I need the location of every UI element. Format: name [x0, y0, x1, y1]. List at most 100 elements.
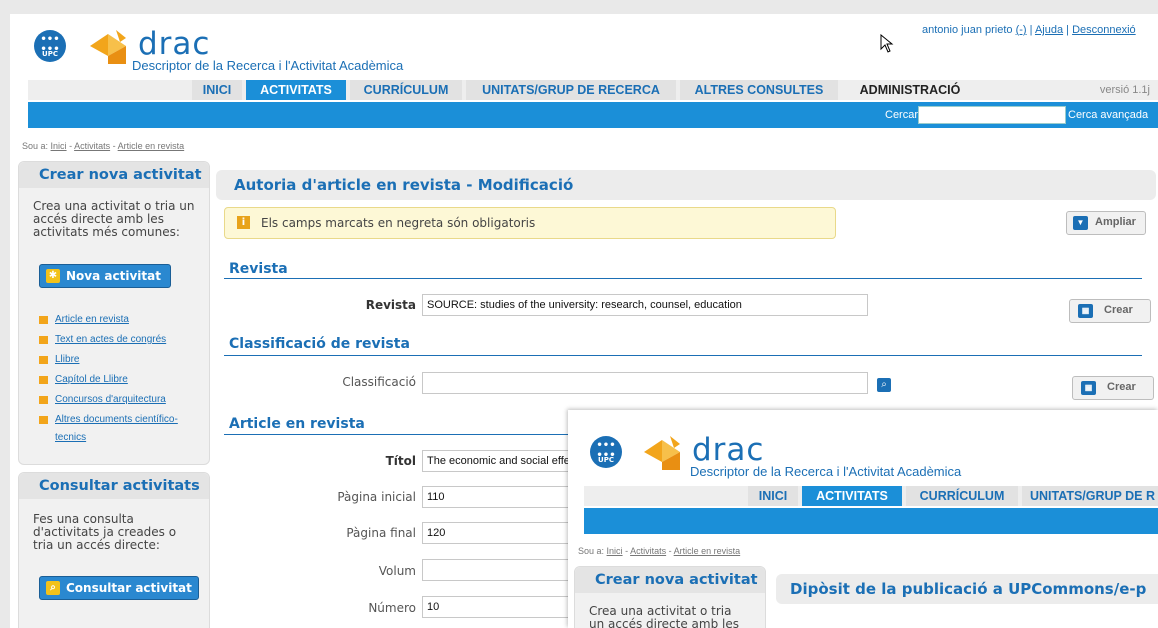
list-item[interactable]: tecnics	[33, 432, 208, 452]
sidebar-create-title: Crear nova activitat	[595, 572, 758, 588]
list-item[interactable]: Altres documents científico-	[33, 412, 208, 432]
breadcrumb-article[interactable]: Article en revista	[674, 546, 741, 556]
page-title: Dipòsit de la publicació a UPCommons/e-p	[790, 580, 1147, 598]
titol-field[interactable]: The economic and social effe	[422, 450, 582, 472]
create-icon: ▦	[1078, 304, 1093, 318]
search-label: Cercar	[885, 109, 919, 121]
arrow-bullet-icon	[39, 316, 48, 324]
create-label: Crear	[1107, 381, 1136, 393]
section-divider	[224, 278, 1142, 279]
new-activity-label: Nova activitat	[66, 269, 161, 283]
link-llibre[interactable]: Llibre	[55, 354, 79, 365]
upc-logo[interactable]: ••• ••• UPC	[34, 30, 66, 62]
expand-button[interactable]: ▼ Ampliar	[1066, 211, 1146, 235]
link-altres-documents[interactable]: Altres documents científico-	[55, 414, 178, 425]
search-icon: ⌕	[46, 581, 60, 595]
breadcrumb-activitats[interactable]: Activitats	[630, 546, 666, 556]
breadcrumb-prefix: Sou a:	[22, 141, 49, 151]
create-label: Crear	[1104, 304, 1133, 316]
tab-altres-consultes[interactable]: ALTRES CONSULTES	[680, 80, 838, 100]
sidebar-create-box: Crear nova activitat Crea una activitat …	[574, 566, 766, 628]
arrow-bullet-icon	[39, 336, 48, 344]
list-item[interactable]: Concursos d'arquitectura	[33, 392, 208, 412]
pagina-final-field[interactable]: 120	[422, 522, 582, 544]
list-item[interactable]: Text en actes de congrés	[33, 332, 208, 352]
nav-bar: INICI ACTIVITATS CURRÍCULUM UNITATS/GRUP…	[28, 80, 1158, 100]
consult-activity-label: Consultar activitat	[66, 581, 192, 595]
tab-activitats[interactable]: ACTIVITATS	[246, 80, 346, 100]
user-bar: antonio juan prieto (-) | Ajuda | Descon…	[922, 24, 1136, 36]
list-item[interactable]: Llibre	[33, 352, 208, 372]
tab-activitats[interactable]: ACTIVITATS	[802, 486, 902, 506]
upc-logo[interactable]: ••• ••• UPC	[590, 436, 622, 468]
numero-field[interactable]: 10	[422, 596, 582, 618]
search-bar: Cercar Cerca avançada	[28, 102, 1158, 128]
tab-inici[interactable]: INICI	[748, 486, 798, 506]
separator: |	[1029, 24, 1033, 36]
list-item[interactable]: Capítol de Llibre	[33, 372, 208, 392]
link-article-revista[interactable]: Article en revista	[55, 314, 129, 325]
tab-curriculum[interactable]: CURRÍCULUM	[350, 80, 462, 100]
brand-subtitle: Descriptor de la Recerca i l'Activitat A…	[690, 464, 962, 479]
breadcrumb-article[interactable]: Article en revista	[118, 141, 185, 151]
search-icon[interactable]: ⌕	[877, 378, 891, 392]
tab-inici[interactable]: INICI	[192, 80, 242, 100]
sidebar-create-text: Crea una activitat o tria un accés direc…	[589, 604, 739, 628]
breadcrumb-sep: -	[668, 546, 672, 556]
volum-label: Volum	[378, 564, 416, 578]
create-classificacio-button[interactable]: ▦ Crear	[1072, 376, 1154, 400]
tab-administracio[interactable]: ADMINISTRACIÓ	[842, 80, 978, 100]
star-icon: ✱	[46, 269, 60, 283]
nav-bar: INICI ACTIVITATS CURRÍCULUM UNITATS/GRUP…	[584, 486, 1158, 506]
link-altres-documents-cont[interactable]: tecnics	[55, 432, 86, 443]
revista-label: Revista	[365, 298, 416, 312]
revista-field[interactable]: SOURCE: studies of the university: resea…	[422, 294, 868, 316]
pagina-inicial-field[interactable]: 110	[422, 486, 582, 508]
user-logout-short-link[interactable]: (-)	[1016, 24, 1027, 36]
breadcrumb-inici[interactable]: Inici	[607, 546, 623, 556]
link-capitol[interactable]: Capítol de Llibre	[55, 374, 128, 385]
notice-text: Els camps marcats en negreta són obligat…	[261, 216, 536, 230]
consult-activity-button[interactable]: ⌕ Consultar activitat	[39, 576, 199, 600]
search-input[interactable]	[918, 106, 1066, 124]
sidebar-create-text: Crea una activitat o tria un accés direc…	[33, 199, 195, 239]
arrow-bullet-icon	[39, 356, 48, 364]
tab-unitats[interactable]: UNITATS/GRUP DE RECERCA	[466, 80, 676, 100]
separator: |	[1066, 24, 1070, 36]
link-concursos[interactable]: Concursos d'arquitectura	[55, 394, 166, 405]
classificacio-field[interactable]	[422, 372, 868, 394]
tab-unitats[interactable]: UNITATS/GRUP DE R	[1022, 486, 1158, 506]
create-revista-button[interactable]: ▦ Crear	[1069, 299, 1151, 323]
tab-curriculum[interactable]: CURRÍCULUM	[906, 486, 1018, 506]
breadcrumb-sep: -	[112, 141, 116, 151]
main-title-bar: Dipòsit de la publicació a UPCommons/e-p	[776, 574, 1158, 604]
volum-field[interactable]	[422, 559, 582, 581]
search-bar	[584, 508, 1158, 534]
required-notice: i Els camps marcats en negreta són oblig…	[224, 207, 836, 239]
brand-wordmark[interactable]: drac	[138, 26, 210, 62]
brand-wordmark[interactable]: drac	[692, 432, 764, 468]
link-text-actes[interactable]: Text en actes de congrés	[55, 334, 166, 345]
breadcrumb-activitats[interactable]: Activitats	[74, 141, 110, 151]
breadcrumb: Sou a: Inici - Activitats - Article en r…	[578, 546, 740, 556]
breadcrumb-prefix: Sou a:	[578, 546, 605, 556]
pagina-final-label: Pàgina final	[346, 526, 416, 540]
logout-link[interactable]: Desconnexió	[1072, 24, 1136, 36]
sidebar-create-links: Article en revista Text en actes de cong…	[33, 312, 208, 452]
breadcrumb-sep: -	[625, 546, 629, 556]
breadcrumb: Sou a: Inici - Activitats - Article en r…	[22, 141, 184, 151]
list-item[interactable]: Article en revista	[33, 312, 208, 332]
help-link[interactable]: Ajuda	[1035, 24, 1063, 36]
numero-label: Número	[368, 601, 416, 615]
advanced-search-link[interactable]: Cerca avançada	[1068, 109, 1148, 121]
brand-subtitle: Descriptor de la Recerca i l'Activitat A…	[132, 58, 404, 73]
overlay-window[interactable]: ••• ••• UPC drac Descriptor de la Recerca…	[568, 410, 1158, 628]
breadcrumb-inici[interactable]: Inici	[51, 141, 67, 151]
user-name: antonio juan prieto	[922, 24, 1013, 36]
classificacio-label: Classificació	[342, 375, 416, 389]
arrow-bullet-icon	[39, 416, 48, 424]
chevron-down-icon: ▼	[1073, 216, 1088, 230]
breadcrumb-sep: -	[69, 141, 73, 151]
pagina-inicial-label: Pàgina inicial	[337, 490, 416, 504]
new-activity-button[interactable]: ✱ Nova activitat	[39, 264, 171, 288]
